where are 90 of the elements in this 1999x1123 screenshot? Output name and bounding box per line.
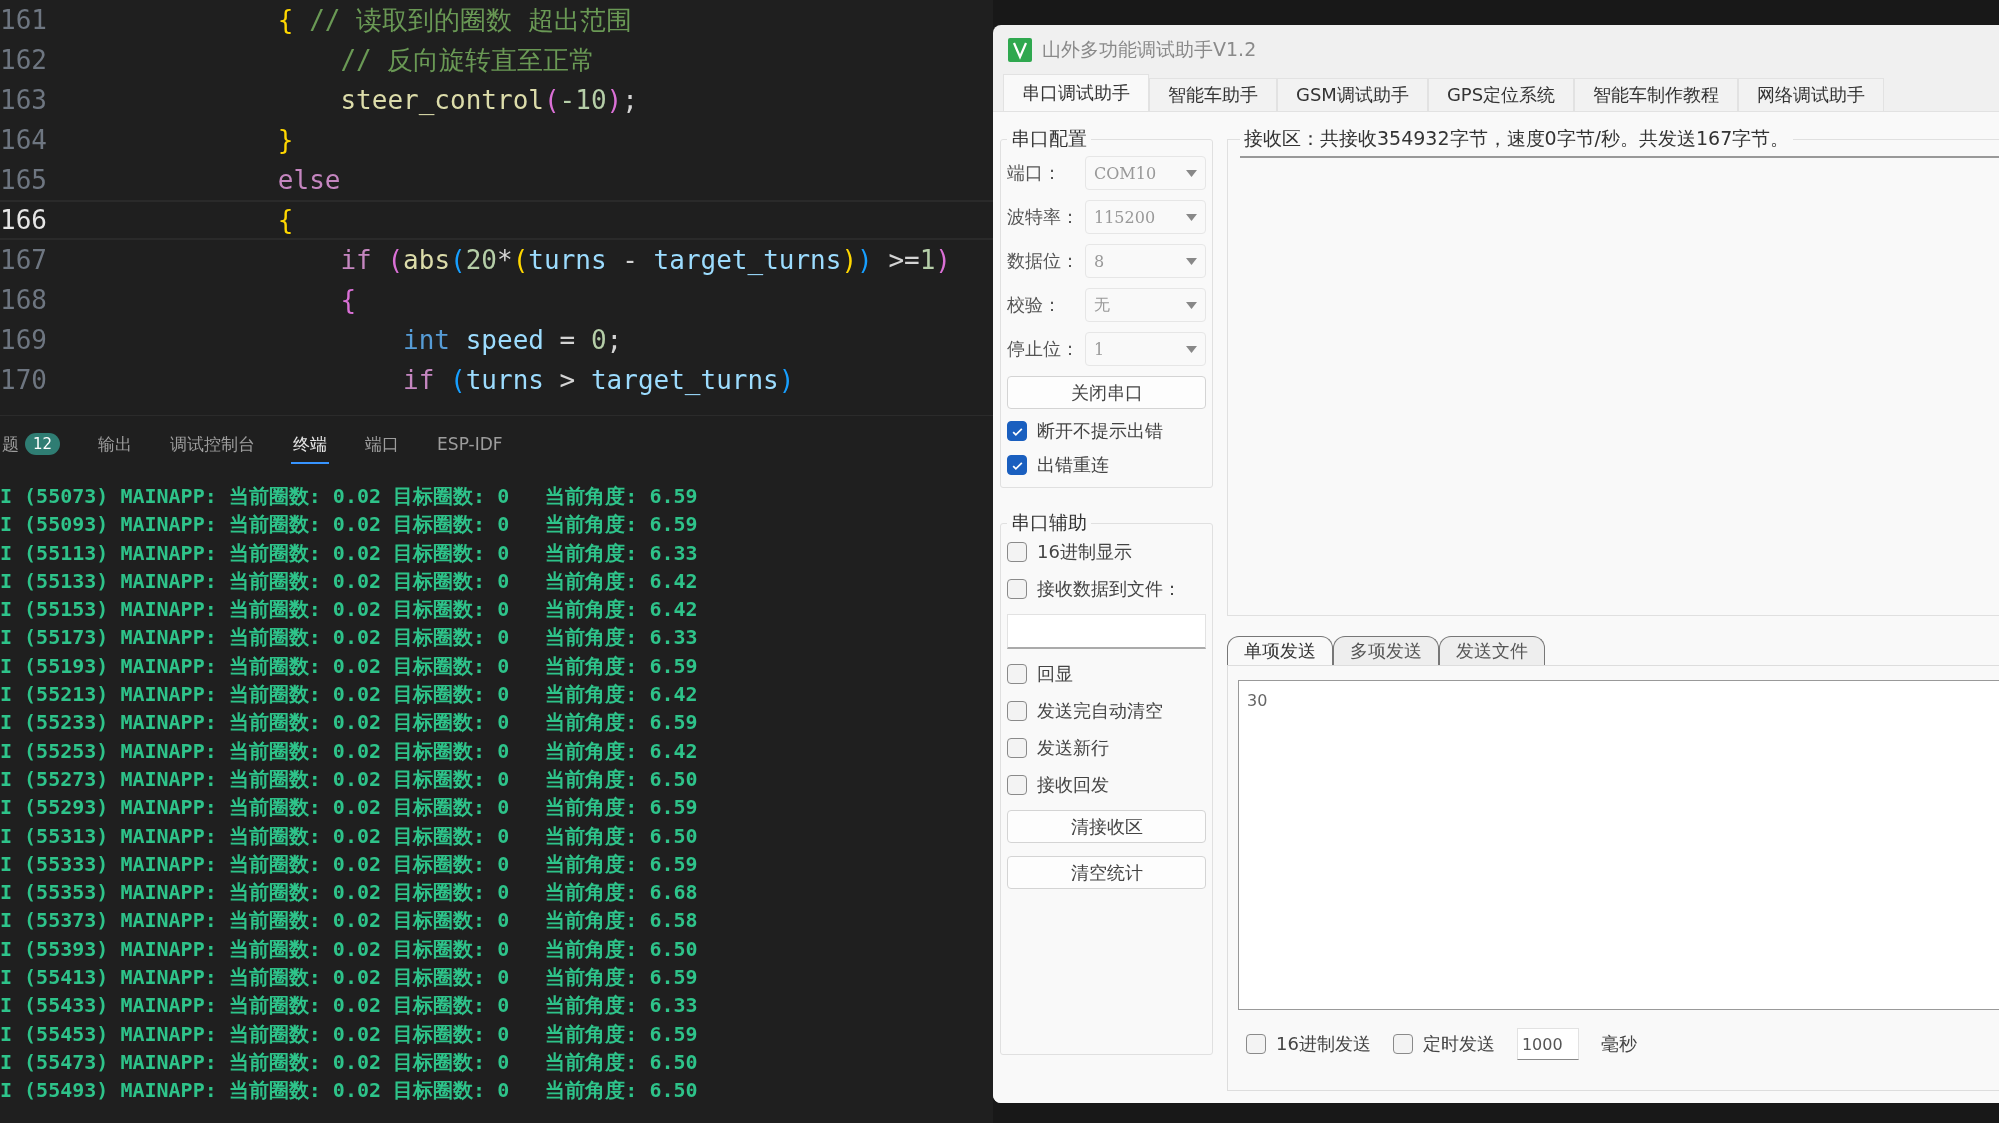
send-tab[interactable]: 发送文件 <box>1439 636 1545 665</box>
panel-tab[interactable]: 终端 <box>291 426 330 464</box>
checkbox[interactable]: 断开不提示出错 <box>1007 419 1206 443</box>
checkbox[interactable]: 16进制显示 <box>1007 540 1206 564</box>
dropdown-caret-icon <box>1186 301 1197 309</box>
dropdown-caret-icon <box>1186 213 1197 221</box>
group-title: 串口配置 <box>1010 126 1088 151</box>
unit-label: 毫秒 <box>1600 1032 1637 1056</box>
terminal-line: I (55293) MAINAPP: 当前圈数: 0.02 目标圈数: 0 当前角度: 6.59 <box>0 794 699 822</box>
checkbox[interactable]: 接收回发 <box>1007 773 1206 797</box>
line-number: 162 <box>0 45 48 75</box>
terminal-line: I (55373) MAINAPP: 当前圈数: 0.02 目标圈数: 0 当前角度: 6.58 <box>0 907 699 935</box>
terminal-line: I (55433) MAINAPP: 当前圈数: 0.02 目标圈数: 0 当前角度: 6.33 <box>0 992 699 1020</box>
line-number: 167 <box>0 245 48 275</box>
line-number: 169 <box>0 325 48 355</box>
clear-button[interactable]: 清空统计 <box>1007 856 1206 889</box>
send-tab[interactable]: 单项发送 <box>1227 636 1333 665</box>
panel-tab[interactable]: 题 12 <box>0 426 63 464</box>
panel-tab[interactable]: 调试控制台 <box>168 426 258 464</box>
code-line: { <box>277 205 294 235</box>
file-path-field[interactable] <box>1007 614 1206 649</box>
line-number: 165 <box>0 165 48 195</box>
code-line: { <box>340 285 357 315</box>
terminal-line: I (55333) MAINAPP: 当前圈数: 0.02 目标圈数: 0 当前角度: 6.59 <box>0 850 699 878</box>
terminal-line: I (55493) MAINAPP: 当前圈数: 0.02 目标圈数: 0 当前角度: 6.50 <box>0 1077 699 1105</box>
terminal-line: I (55473) MAINAPP: 当前圈数: 0.02 目标圈数: 0 当前角度: 6.50 <box>0 1048 699 1076</box>
checkbox[interactable]: 回显 <box>1007 662 1206 686</box>
close-port-button[interactable]: 关闭串口 <box>1007 376 1206 409</box>
panel-tab[interactable]: 输出 <box>96 426 135 464</box>
send-tab[interactable]: 多项发送 <box>1333 636 1439 665</box>
dropdown-caret-icon <box>1186 257 1197 265</box>
tab[interactable]: GSM调试助手 <box>1277 78 1428 111</box>
code-line: } <box>277 125 294 155</box>
receive-stats: 接收区：共接收354932字节，速度0字节/秒。共发送167字节。 <box>1243 126 1791 151</box>
checkbox[interactable]: 出错重连 <box>1007 453 1206 477</box>
terminal-line: I (55193) MAINAPP: 当前圈数: 0.02 目标圈数: 0 当前角度: 6.59 <box>0 652 699 680</box>
terminal-line: I (55273) MAINAPP: 当前圈数: 0.02 目标圈数: 0 当前角度: 6.50 <box>0 765 699 793</box>
tab[interactable]: 智能车制作教程 <box>1574 78 1739 111</box>
terminal-line: I (55073) MAINAPP: 当前圈数: 0.02 目标圈数: 0 当前角度: 6.59 <box>0 483 699 510</box>
interval-field[interactable]: 1000 <box>1516 1028 1579 1060</box>
terminal-line: I (55233) MAINAPP: 当前圈数: 0.02 目标圈数: 0 当前角度: 6.59 <box>0 709 699 737</box>
field-label: 数据位： <box>1007 249 1080 273</box>
count-badge: 12 <box>25 433 61 455</box>
terminal-line: I (55153) MAINAPP: 当前圈数: 0.02 目标圈数: 0 当前角度: 6.42 <box>0 596 699 624</box>
line-number: 163 <box>0 85 48 115</box>
code-line: if (turns > target_turns) <box>403 365 795 395</box>
line-number: 164 <box>0 125 48 155</box>
code-line: int speed = 0; <box>403 325 623 355</box>
field-label: 校验： <box>1007 293 1062 317</box>
line-number: 170 <box>0 365 48 395</box>
tab[interactable]: 智能车助手 <box>1149 78 1277 111</box>
terminal-line: I (55453) MAINAPP: 当前圈数: 0.02 目标圈数: 0 当前角度: 6.59 <box>0 1020 699 1048</box>
terminal-line: I (55393) MAINAPP: 当前圈数: 0.02 目标圈数: 0 当前角度: 6.50 <box>0 935 699 963</box>
field-label: 停止位： <box>1007 337 1080 361</box>
panel-tab[interactable]: 端口 <box>363 426 402 464</box>
code-line: else <box>277 165 341 195</box>
tab[interactable]: GPS定位系统 <box>1427 78 1575 111</box>
code-line: if (abs(20*(turns - target_turns)) >=1) <box>340 245 951 275</box>
tab[interactable]: 串口调试助手 <box>1003 74 1149 111</box>
checkbox[interactable]: 定时发送 <box>1392 1032 1495 1056</box>
line-number: 168 <box>0 285 48 315</box>
code-line: { // 读取到的圈数 超出范围 <box>277 3 632 37</box>
window-title: 山外多功能调试助手V1.2 <box>1042 37 1257 62</box>
dropdown-caret-icon <box>1186 169 1197 177</box>
line-number: 161 <box>0 5 48 35</box>
code-line: // 反向旋转直至正常 <box>340 43 596 77</box>
terminal-line: I (55413) MAINAPP: 当前圈数: 0.02 目标圈数: 0 当前角度: 6.59 <box>0 964 699 992</box>
dropdown-caret-icon <box>1186 345 1197 353</box>
code-line: steer_control(-10); <box>340 85 638 115</box>
send-input[interactable]: 30 <box>1238 680 1999 1010</box>
panel-tab[interactable]: ESP-IDF <box>435 428 505 462</box>
terminal-line: I (55133) MAINAPP: 当前圈数: 0.02 目标圈数: 0 当前角度: 6.42 <box>0 567 699 595</box>
line-number: 166 <box>0 205 48 235</box>
terminal-line: I (55173) MAINAPP: 当前圈数: 0.02 目标圈数: 0 当前角度: 6.33 <box>0 624 699 652</box>
checkbox[interactable]: 发送完自动清空 <box>1007 699 1206 723</box>
terminal-line: I (55313) MAINAPP: 当前圈数: 0.02 目标圈数: 0 当前角度: 6.50 <box>0 822 699 850</box>
terminal-line: I (55093) MAINAPP: 当前圈数: 0.02 目标圈数: 0 当前角度: 6.59 <box>0 511 699 539</box>
checkbox[interactable]: 16进制发送 <box>1246 1032 1371 1056</box>
group-title: 串口辅助 <box>1010 510 1088 535</box>
checkbox[interactable]: 接收数据到文件： <box>1007 577 1206 601</box>
tab[interactable]: 网络调试助手 <box>1738 78 1885 111</box>
field-label: 波特率： <box>1007 205 1080 229</box>
field-label: 端口： <box>1007 161 1062 185</box>
terminal-line: I (55353) MAINAPP: 当前圈数: 0.02 目标圈数: 0 当前角度: 6.68 <box>0 879 699 907</box>
clear-button[interactable]: 清接收区 <box>1007 810 1206 843</box>
app-logo-icon <box>1008 38 1032 62</box>
checkbox[interactable]: 发送新行 <box>1007 736 1206 760</box>
terminal-line: I (55213) MAINAPP: 当前圈数: 0.02 目标圈数: 0 当前角度: 6.42 <box>0 681 699 709</box>
terminal-line: I (55253) MAINAPP: 当前圈数: 0.02 目标圈数: 0 当前角度: 6.42 <box>0 737 699 765</box>
terminal-line: I (55113) MAINAPP: 当前圈数: 0.02 目标圈数: 0 当前角度: 6.33 <box>0 539 699 567</box>
